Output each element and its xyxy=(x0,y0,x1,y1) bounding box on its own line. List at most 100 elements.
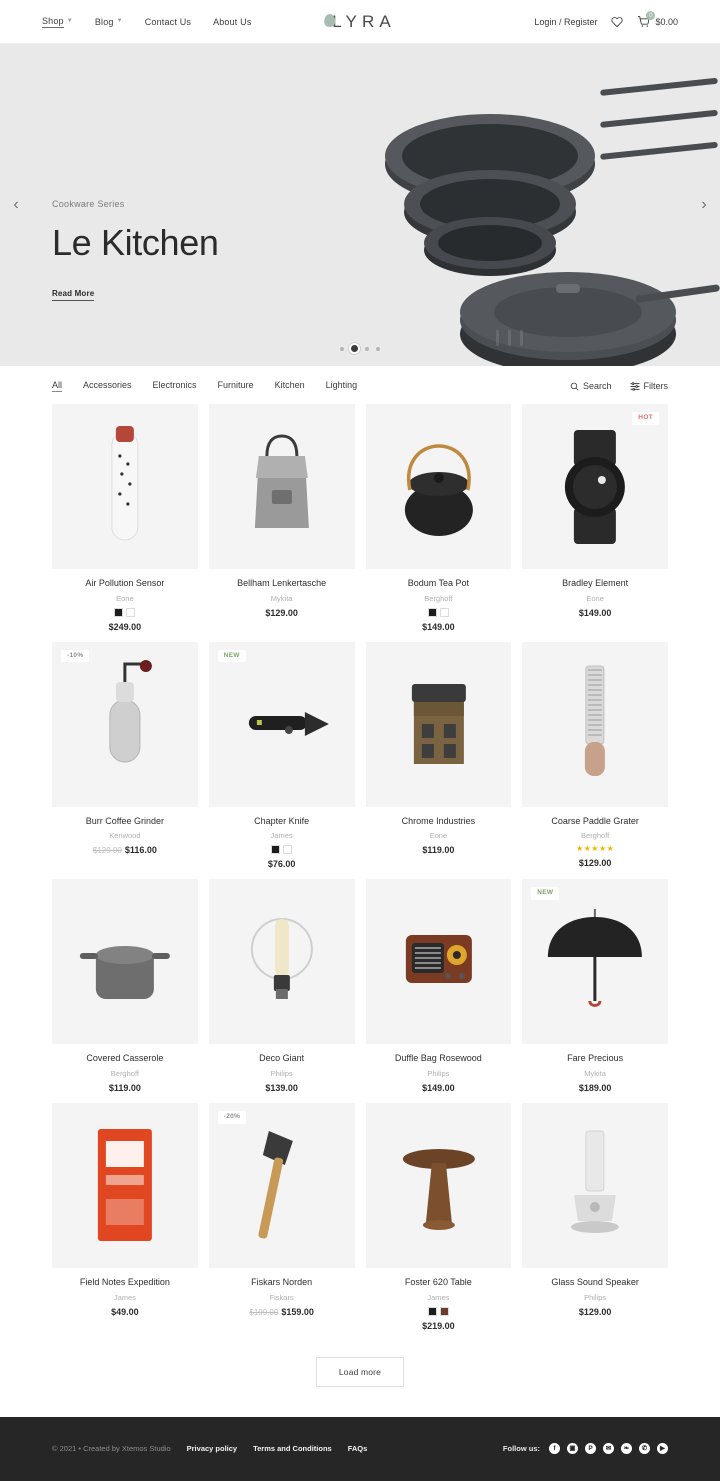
product-price: $129.00 xyxy=(209,608,355,618)
product-card[interactable]: Field Notes Expedition James $49.00 xyxy=(52,1103,198,1331)
product-badge-new: NEW xyxy=(531,887,560,900)
nav-item-blog[interactable]: Blog ▼ xyxy=(95,17,123,27)
product-card[interactable]: NEW Fare Precious Mykita $189.00 xyxy=(522,879,668,1093)
product-card[interactable]: HOT Bradley Element Eone $149.00 xyxy=(522,404,668,632)
product-card[interactable]: Air Pollution Sensor Eone $249.00 xyxy=(52,404,198,632)
product-title[interactable]: Duffle Bag Rosewood xyxy=(366,1053,512,1065)
product-title[interactable]: Chrome Industries xyxy=(366,816,512,828)
product-image[interactable]: -10% xyxy=(52,641,198,807)
email-icon[interactable]: ✉ xyxy=(603,1443,614,1455)
product-image[interactable] xyxy=(522,641,668,807)
color-swatch[interactable] xyxy=(427,607,437,617)
color-swatch[interactable] xyxy=(439,1306,449,1316)
product-title[interactable]: Burr Coffee Grinder xyxy=(52,816,198,828)
product-color-swatches[interactable] xyxy=(209,845,355,855)
product-image[interactable] xyxy=(208,879,355,1045)
product-title[interactable]: Deco Giant xyxy=(209,1053,355,1065)
product-color-swatches[interactable] xyxy=(366,607,512,617)
product-title[interactable]: Coarse Paddle Grater xyxy=(522,816,668,828)
product-card[interactable]: Bellham Lenkertasche Mykita $129.00 xyxy=(208,404,355,632)
product-title[interactable]: Fare Precious xyxy=(522,1053,668,1065)
product-title[interactable]: Field Notes Expedition xyxy=(52,1277,198,1289)
color-swatch[interactable] xyxy=(126,607,136,617)
product-card[interactable]: NEW Chapter Knife James $76.00 xyxy=(208,641,355,869)
product-card[interactable]: Deco Giant Philips $139.00 xyxy=(208,879,355,1093)
pinterest-icon[interactable]: P xyxy=(585,1443,596,1455)
hero-dot-3[interactable] xyxy=(365,346,369,351)
product-title[interactable]: Bradley Element xyxy=(522,578,668,590)
hero-pagination-dots[interactable] xyxy=(340,345,380,352)
hero-read-more-button[interactable]: Read More xyxy=(52,289,95,301)
footer-link-terms[interactable]: Terms and Conditions xyxy=(253,1444,332,1453)
load-more-button[interactable]: Load more xyxy=(315,1356,405,1387)
color-swatch[interactable] xyxy=(439,607,449,617)
product-card[interactable]: -10% Burr Coffee Grinder Kenwood $129.00 $11… xyxy=(52,641,198,870)
product-old-price: $129.00 xyxy=(92,846,122,856)
product-image[interactable] xyxy=(365,1103,512,1269)
product-card[interactable]: Glass Sound Speaker Philips $129.00 xyxy=(522,1103,668,1331)
hero-dot-4[interactable] xyxy=(376,346,380,351)
product-title[interactable]: Chapter Knife xyxy=(209,816,355,828)
product-image[interactable] xyxy=(208,404,355,569)
twitter-icon[interactable]: ❧ xyxy=(621,1443,632,1455)
youtube-icon[interactable]: ▶ xyxy=(657,1443,668,1455)
product-image[interactable]: HOT xyxy=(522,404,668,569)
color-swatch[interactable] xyxy=(283,845,293,855)
site-logo[interactable]: LYRA xyxy=(324,12,396,32)
product-image[interactable]: NEW xyxy=(208,641,355,807)
color-swatch[interactable] xyxy=(271,845,281,855)
footer-link-faqs[interactable]: FAQs xyxy=(348,1444,368,1453)
product-title[interactable]: Air Pollution Sensor xyxy=(52,578,198,590)
color-swatch[interactable] xyxy=(114,607,124,617)
filters-button[interactable]: Filters xyxy=(630,381,668,391)
category-tab-kitchen[interactable]: Kitchen xyxy=(275,380,305,392)
product-title[interactable]: Foster 620 Table xyxy=(366,1277,512,1289)
hero-prev-arrow-icon[interactable]: ‹ xyxy=(6,197,26,213)
product-image[interactable] xyxy=(365,404,512,569)
product-image[interactable] xyxy=(52,879,198,1045)
product-color-swatches[interactable] xyxy=(366,1306,512,1316)
product-card[interactable]: -20% Fiskars Norden Fiskars $199.00 $159.00 xyxy=(208,1103,355,1331)
category-tab-electronics[interactable]: Electronics xyxy=(153,380,197,392)
instagram-icon[interactable]: ▣ xyxy=(567,1443,578,1455)
product-card[interactable]: Coarse Paddle Grater Berghoff ★★★★★ $129.00 xyxy=(522,641,668,870)
product-image[interactable] xyxy=(522,1103,668,1269)
color-swatch[interactable] xyxy=(427,1306,437,1316)
search-button[interactable]: Search xyxy=(570,381,612,391)
product-title[interactable]: Covered Casserole xyxy=(52,1053,198,1065)
product-card[interactable]: Bodum Tea Pot Berghoff $149.00 xyxy=(365,404,512,632)
product-title[interactable]: Glass Sound Speaker xyxy=(522,1277,668,1289)
product-image[interactable] xyxy=(365,641,512,807)
product-card[interactable]: Chrome Industries Eone $119.00 xyxy=(365,641,512,870)
product-card[interactable]: Covered Casserole Berghoff $119.00 xyxy=(52,879,198,1093)
product-title[interactable]: Fiskars Norden xyxy=(209,1277,355,1289)
login-register-link[interactable]: Login / Register xyxy=(534,17,597,27)
category-tab-furniture[interactable]: Furniture xyxy=(218,380,254,392)
category-tab-all[interactable]: All xyxy=(52,380,63,392)
cart-button[interactable]: 0 $0.00 xyxy=(637,11,678,28)
product-image[interactable] xyxy=(52,404,198,569)
hero-dot-1[interactable] xyxy=(340,346,344,351)
product-image[interactable] xyxy=(365,879,512,1045)
category-tab-lighting[interactable]: Lighting xyxy=(326,380,358,392)
product-card[interactable]: Foster 620 Table James $219.00 xyxy=(365,1103,512,1331)
product-title[interactable]: Bellham Lenkertasche xyxy=(209,578,355,590)
product-rating-stars: ★★★★★ xyxy=(575,844,615,854)
category-tab-accessories[interactable]: Accessories xyxy=(83,380,132,392)
facebook-icon[interactable]: f xyxy=(549,1443,560,1455)
nav-item-label: Blog xyxy=(94,16,114,27)
product-card[interactable]: Duffle Bag Rosewood Philips $149.00 xyxy=(365,879,512,1093)
product-image[interactable] xyxy=(52,1103,198,1269)
hero-dot-2[interactable] xyxy=(351,345,358,352)
nav-item-about-us[interactable]: About Us xyxy=(213,17,251,27)
nav-item-shop[interactable]: Shop ▼ xyxy=(42,16,73,28)
hero-next-arrow-icon[interactable]: › xyxy=(694,197,714,213)
product-title[interactable]: Bodum Tea Pot xyxy=(366,578,512,590)
product-image[interactable]: -20% xyxy=(208,1103,355,1269)
footer-link-privacy[interactable]: Privacy policy xyxy=(187,1444,237,1453)
nav-item-contact-us[interactable]: Contact Us xyxy=(145,17,191,27)
product-image[interactable]: NEW xyxy=(522,879,668,1045)
whatsapp-icon[interactable]: ✆ xyxy=(639,1443,650,1455)
heart-icon[interactable] xyxy=(611,16,624,28)
product-color-swatches[interactable] xyxy=(52,607,198,617)
